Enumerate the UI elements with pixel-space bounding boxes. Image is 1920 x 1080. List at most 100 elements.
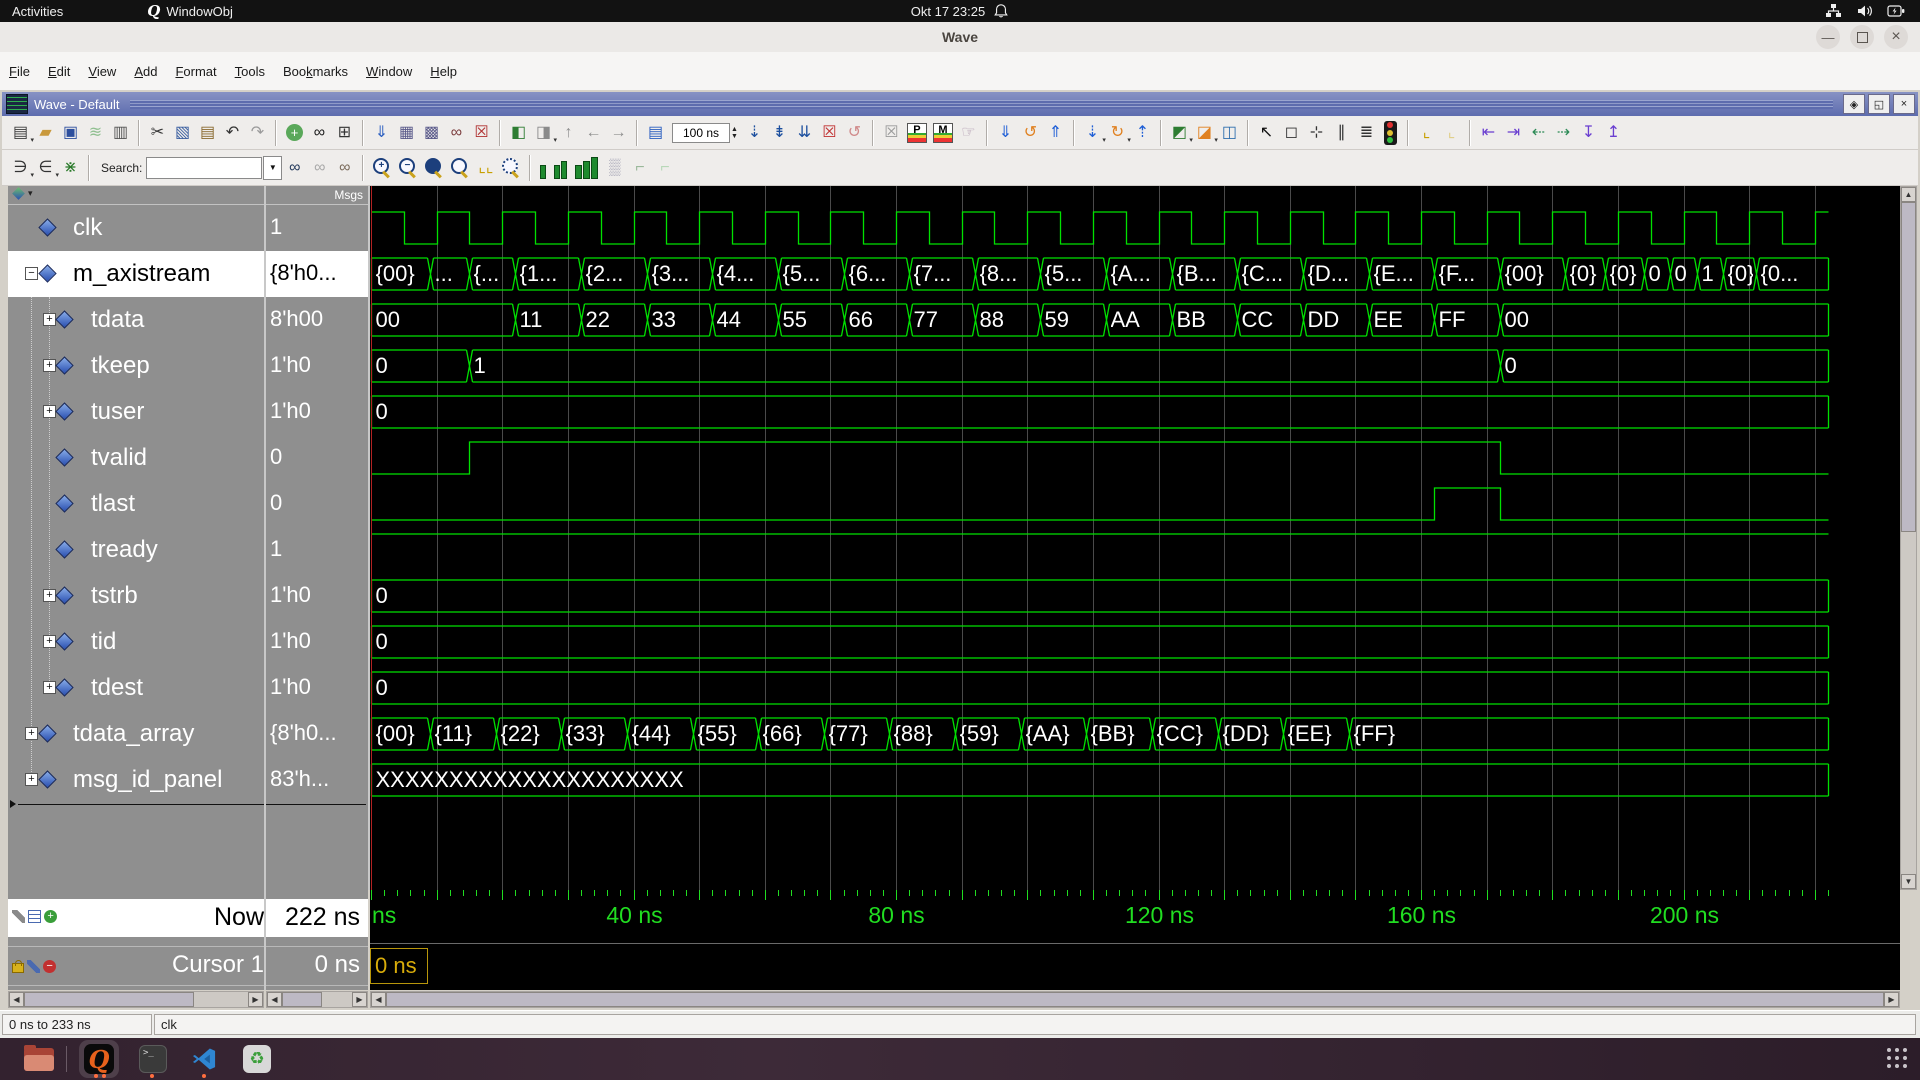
expand-time-off-button[interactable]	[540, 157, 547, 179]
insert-signal-button[interactable]: ∈	[33, 155, 59, 181]
column-separator[interactable]	[264, 186, 266, 890]
undo-button[interactable]: ↶	[220, 120, 245, 146]
next-falling-edge-button[interactable]: ⇢	[1551, 120, 1576, 146]
new-window-button[interactable]: ▤	[8, 120, 34, 146]
restore-button[interactable]	[1850, 25, 1874, 49]
wave-tuser[interactable]: 0	[370, 389, 1900, 435]
search-dropdown-button[interactable]: ▼	[263, 155, 283, 180]
grid-icon[interactable]	[28, 910, 41, 923]
wave-tdata[interactable]: 00 11 22 33 44 55 66 77 88 59 AA BB CC DD EE FF 00	[370, 297, 1900, 343]
wave-tready[interactable]	[370, 527, 1900, 573]
wave-tstrb[interactable]: 0	[370, 573, 1900, 619]
group-button[interactable]: ◧	[506, 120, 531, 146]
waveform-canvas[interactable]: {00}... {... {1... {2... {3... {4... {5... {6..…	[370, 186, 1900, 890]
find-in-wave-button[interactable]: ∞	[444, 120, 469, 146]
edit-wave-button[interactable]: ▦	[394, 120, 419, 146]
scroll-left-icon[interactable]: ◀	[371, 992, 386, 1007]
restart-button[interactable]: ↺	[842, 120, 867, 146]
collapse-icon[interactable]: −	[25, 267, 38, 280]
zoom-mode-button[interactable]	[500, 156, 522, 180]
clock[interactable]: Okt 17 23:25	[911, 4, 985, 19]
break-button[interactable]: ☒	[817, 120, 842, 146]
signal-row-clk[interactable]: clk	[8, 205, 264, 251]
wave-tdata_array[interactable]: {00} {11} {22} {33} {44} {55} {66} {77} {88} {59}…	[370, 711, 1900, 757]
cut-button[interactable]: ✂	[145, 120, 170, 146]
signal-row-tuser[interactable]: + tuser	[8, 389, 264, 435]
scroll-down-icon[interactable]: ▼	[1901, 874, 1916, 889]
ungroup-button[interactable]: ◨	[531, 120, 557, 146]
delete-wave-button[interactable]: ☒	[469, 120, 494, 146]
signal-row-tvalid[interactable]: tvalid	[8, 435, 264, 481]
forward-button[interactable]: →	[606, 120, 631, 146]
network-icon[interactable]	[1825, 3, 1842, 19]
restore-pane-icon[interactable]: ◱	[1868, 94, 1890, 114]
zoom-cursor-button[interactable]	[449, 156, 471, 180]
expand-button[interactable]: ⊞	[332, 120, 357, 146]
names-header[interactable]: ▾	[8, 186, 264, 205]
traffic-light-button[interactable]	[1383, 120, 1397, 145]
expand-icon[interactable]: +	[43, 313, 56, 326]
pane-header[interactable]: Wave - Default ◈ ◱ ×	[2, 92, 1918, 116]
wave-clk[interactable]	[370, 205, 1900, 251]
move-to-top-button[interactable]: ↑	[556, 120, 581, 146]
expand-icon[interactable]: +	[43, 635, 56, 648]
dock-icon[interactable]: ◈	[1843, 94, 1865, 114]
files-app-icon[interactable]	[24, 1045, 54, 1071]
previous-rising-edge-button[interactable]: ↧	[1576, 120, 1601, 146]
add-to-wave-button[interactable]: ◩	[1167, 120, 1193, 146]
previous-falling-edge-button[interactable]: ⇠	[1526, 120, 1551, 146]
scroll-up-icon[interactable]: ▲	[1901, 187, 1916, 202]
pane-drag-grip[interactable]	[129, 99, 1833, 109]
zoom-in-button[interactable]: +	[371, 156, 393, 180]
terminal-app-icon[interactable]: >_	[139, 1045, 167, 1073]
wave-tlast[interactable]	[370, 481, 1900, 527]
add-to-log-button[interactable]: ◫	[1217, 120, 1242, 146]
next-rising-edge-button[interactable]: ↥	[1601, 120, 1626, 146]
cursor-time-box[interactable]: 0 ns	[370, 948, 428, 984]
search-options-button[interactable]: ∞	[332, 155, 357, 181]
expand-icon[interactable]: +	[43, 589, 56, 602]
add-button[interactable]: +	[286, 124, 303, 141]
previous-transition-button[interactable]: ⇤	[1476, 120, 1501, 146]
add-to-list-button[interactable]: ◪	[1192, 120, 1218, 146]
scroll-right-icon[interactable]: ▶	[248, 992, 263, 1007]
insert-cursor-button[interactable]: ⌞	[1414, 120, 1439, 146]
signal-row-tdata_array[interactable]: + tdata_array	[8, 711, 264, 757]
names-scroll-thumb[interactable]	[24, 992, 194, 1007]
select-mode-button[interactable]: ↖	[1254, 120, 1279, 146]
menu-window[interactable]: Window	[357, 64, 421, 79]
signal-row-msg_id_panel[interactable]: + msg_id_panel	[8, 757, 264, 803]
wrench-icon[interactable]	[27, 959, 40, 973]
vertical-scrollbar[interactable]: ▲ ▼	[1900, 186, 1917, 890]
values-scroll-thumb[interactable]	[282, 992, 322, 1007]
copy-button[interactable]: ▧	[170, 120, 195, 146]
insert-timeline-button[interactable]: ⌞	[1439, 120, 1464, 146]
scroll-right-icon[interactable]: ▶	[352, 992, 367, 1007]
wave-tvalid[interactable]	[370, 435, 1900, 481]
expand-icon[interactable]: +	[25, 773, 38, 786]
open-button[interactable]: ▰	[33, 120, 58, 146]
vertical-scroll-thumb[interactable]	[1901, 202, 1916, 532]
lock-icon[interactable]	[12, 960, 24, 973]
cursor-row[interactable]: − Cursor 1 0 ns	[8, 946, 368, 986]
zoom-select-mode-button[interactable]: ◻	[1279, 120, 1304, 146]
compare-button[interactable]: ≋	[83, 120, 108, 146]
wave-m_axistream[interactable]: {00}... {... {1... {2... {3... {4... {5... {6..…	[370, 251, 1900, 297]
signal-row-m_axistream[interactable]: − m_axistream	[8, 251, 264, 297]
menu-file[interactable]: File	[0, 64, 39, 79]
pan-mode-button[interactable]: ⊹	[1304, 120, 1329, 146]
step-over-instance-button[interactable]: ↻	[1105, 120, 1131, 146]
names-hscrollbar[interactable]: ◀ ▶	[8, 991, 264, 1008]
now-row[interactable]: + Now 222 ns	[8, 899, 368, 937]
scroll-left-icon[interactable]: ◀	[267, 992, 282, 1007]
signal-row-tdest[interactable]: + tdest	[8, 665, 264, 711]
create-signal-button[interactable]: ⋇	[58, 155, 83, 181]
search-label[interactable]: Search:	[101, 161, 142, 175]
menu-bookmarks[interactable]: Bookmarks	[274, 64, 357, 79]
memory-profile-button[interactable]: M	[932, 122, 953, 143]
step-into-button[interactable]: ⇓	[993, 120, 1018, 146]
menu-edit[interactable]: Edit	[39, 64, 79, 79]
expand-icon[interactable]: +	[43, 405, 56, 418]
wave-tkeep[interactable]: 0 1 0	[370, 343, 1900, 389]
cursor-1-line[interactable]	[370, 186, 372, 890]
